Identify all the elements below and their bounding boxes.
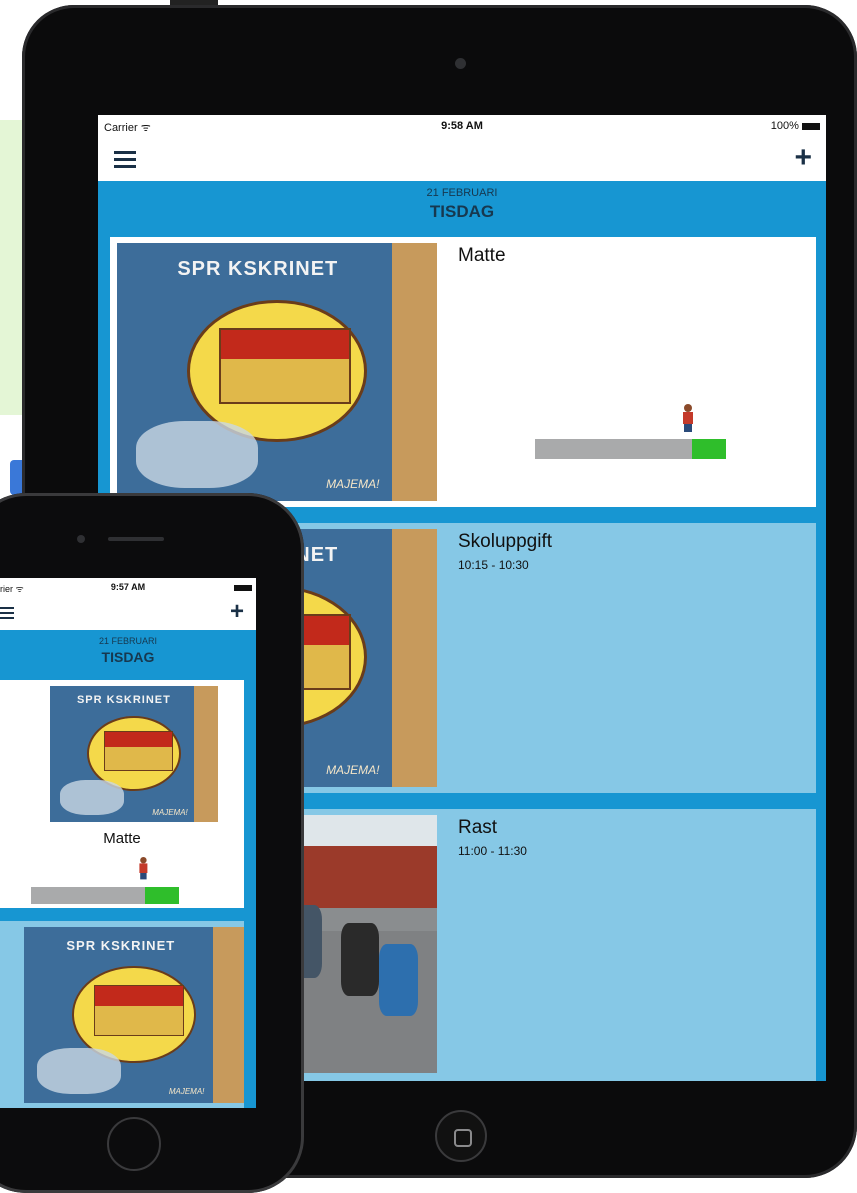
status-time: 9:57 AM xyxy=(110,582,146,592)
battery-label: 100% xyxy=(771,120,820,132)
activity-title: Matte xyxy=(103,830,141,847)
status-time: 9:58 AM xyxy=(441,120,483,132)
book-title: SPR KSKRINET xyxy=(76,694,171,707)
menu-icon[interactable] xyxy=(0,607,14,622)
book-title: SPR KSKRINET xyxy=(177,258,339,281)
iphone-screen: rier ᯤ 9:57 AM + 21 FEBRUARI TISDAG SPR … xyxy=(0,578,256,1108)
activity-title: Skoluppgift xyxy=(458,531,553,552)
book-brand: MAJEMA! xyxy=(152,807,188,817)
date-label: 21 FEBRUARI xyxy=(426,187,498,199)
progress-bar xyxy=(535,439,726,459)
iphone-navbar: + xyxy=(0,596,256,630)
book-brand: MAJEMA! xyxy=(326,476,380,491)
activity-card-matte[interactable]: SPR KSKRINET MAJEMA! Matte xyxy=(110,237,816,507)
activity-image: SPR KSKRINET MAJEMA! xyxy=(117,243,437,501)
plus-icon[interactable]: + xyxy=(794,141,812,175)
menu-icon[interactable] xyxy=(114,151,136,168)
date-label: 21 FEBRUARI xyxy=(98,636,158,646)
activity-title: Matte xyxy=(458,245,506,266)
home-button-icon xyxy=(454,1129,472,1147)
book-cover-image: SPR KSKRINET MAJEMA! xyxy=(50,686,218,822)
iphone-speaker xyxy=(108,537,164,541)
book-cover-image: SPR KSKRINET MAJEMA! xyxy=(24,927,244,1103)
ipad-home-button[interactable] xyxy=(435,1110,487,1162)
progress-bar xyxy=(31,887,179,904)
book-cover-image: SPR KSKRINET MAJEMA! xyxy=(117,243,437,501)
book-brand: MAJEMA! xyxy=(326,762,380,777)
battery-icon xyxy=(234,585,252,591)
activity-card-matte[interactable]: SPR KSKRINET MAJEMA! Matte xyxy=(0,680,244,908)
activity-image: SPR KSKRINET MAJEMA! xyxy=(24,927,244,1103)
ipad-camera xyxy=(455,58,466,69)
battery-icon xyxy=(802,122,820,130)
activity-time: 10:15 - 10:30 xyxy=(458,558,529,572)
plus-icon[interactable]: + xyxy=(230,598,244,626)
book-brand: MAJEMA! xyxy=(168,1086,205,1096)
activity-image: SPR KSKRINET MAJEMA! xyxy=(50,686,218,822)
date-header: 21 FEBRUARI TISDAG xyxy=(98,181,826,229)
day-label: TISDAG xyxy=(429,202,495,221)
activity-time: 11:00 - 11:30 xyxy=(458,844,527,858)
book-title: SPR KSKRINET xyxy=(66,937,176,953)
activity-title: Rast xyxy=(458,817,498,838)
iphone-device: rier ᯤ 9:57 AM + 21 FEBRUARI TISDAG SPR … xyxy=(0,493,304,1193)
ipad-status-bar: Carrier ᯤ 9:58 AM 100% xyxy=(98,115,826,137)
day-label: TISDAG xyxy=(101,649,155,665)
iphone-camera xyxy=(77,535,85,543)
ipad-navbar: + xyxy=(98,137,826,181)
date-header: 21 FEBRUARI TISDAG xyxy=(0,630,256,680)
activity-card-book[interactable]: SPR KSKRINET MAJEMA! xyxy=(0,921,244,1108)
iphone-status-bar: rier ᯤ 9:57 AM xyxy=(0,578,256,596)
iphone-home-button[interactable] xyxy=(107,1117,161,1171)
